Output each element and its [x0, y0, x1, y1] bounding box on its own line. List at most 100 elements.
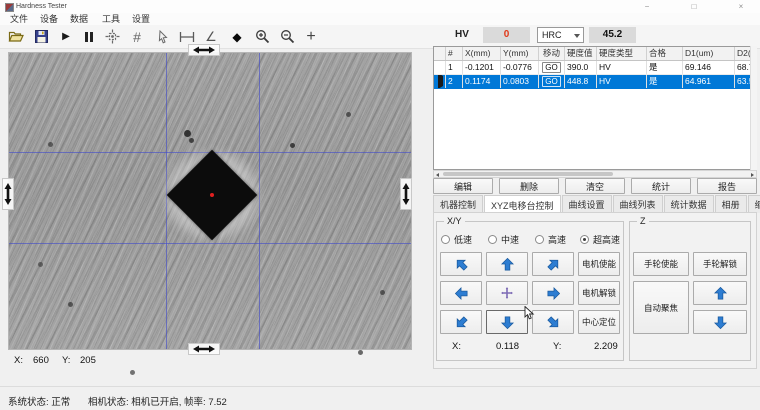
table-horizontal-scrollbar[interactable]	[433, 170, 757, 178]
edit-button[interactable]: 编辑	[433, 178, 493, 194]
scrollbar-thumb[interactable]	[443, 172, 613, 176]
move-down-right-button[interactable]	[532, 310, 574, 334]
angle-icon[interactable]: ∠	[200, 28, 222, 45]
cursor-icon[interactable]	[151, 28, 173, 45]
radio-icon	[488, 235, 497, 244]
scale-selected-value: HRC	[542, 30, 562, 40]
indent-diamond-icon[interactable]: ◆	[226, 28, 248, 45]
camera-view[interactable]	[8, 52, 412, 350]
width-measure-icon[interactable]	[176, 28, 198, 45]
scale-select[interactable]: HRC	[537, 27, 584, 43]
tab-machine-control[interactable]: 机器控制	[433, 195, 483, 213]
go-button[interactable]: GO	[542, 62, 560, 73]
radio-speed-medium[interactable]: 中速	[488, 233, 519, 246]
center-cross-button[interactable]	[486, 281, 528, 305]
tab-thumbnails[interactable]: 缩略图	[748, 195, 760, 213]
zoom-out-icon[interactable]	[276, 28, 298, 45]
handwheel-enable-button[interactable]: 手轮使能	[633, 252, 689, 276]
tab-curve-list[interactable]: 曲线列表	[613, 195, 663, 213]
delete-button[interactable]: 删除	[499, 178, 559, 194]
radio-speed-ultra[interactable]: 超高速	[580, 233, 620, 246]
scroll-right-icon[interactable]	[751, 173, 754, 177]
grid-icon[interactable]: #	[126, 28, 148, 45]
radio-selected-icon	[580, 235, 589, 244]
col-pass: 合格	[647, 47, 683, 60]
move-right-button[interactable]	[532, 281, 574, 305]
move-up-right-button[interactable]	[532, 252, 574, 276]
motor-enable-button[interactable]: 电机使能	[578, 252, 620, 276]
table-row-selected[interactable]: 2 0.1174 0.0803 GO 448.8 HV 是 64.961 63.…	[434, 75, 756, 89]
center-locate-button[interactable]: 中心定位	[578, 310, 620, 334]
clear-button[interactable]: 清空	[565, 178, 625, 194]
chevron-down-icon	[574, 34, 580, 38]
play-icon[interactable]: ▶	[55, 28, 77, 45]
left-drag-handle-icon[interactable]	[2, 178, 14, 210]
menu-file[interactable]: 文件	[4, 13, 34, 25]
pause-icon[interactable]	[78, 28, 100, 45]
handwheel-unlock-button[interactable]: 手轮解锁	[693, 252, 747, 276]
radio-icon	[535, 235, 544, 244]
right-drag-handle-icon[interactable]	[400, 178, 412, 210]
system-status: 系统状态: 正常	[8, 394, 70, 408]
autofocus-button[interactable]: 自动聚焦	[633, 281, 689, 334]
go-button[interactable]: GO	[542, 76, 560, 87]
motor-unlock-button[interactable]: 电机解锁	[578, 281, 620, 305]
stage-y-label: Y:	[553, 341, 561, 352]
move-left-button[interactable]	[440, 281, 482, 305]
window-title: Hardness Tester	[16, 3, 67, 10]
center-red-dot	[210, 193, 214, 197]
table-vertical-scrollbar[interactable]	[750, 46, 757, 170]
z-up-button[interactable]	[693, 281, 747, 305]
bottom-drag-handle-icon[interactable]	[188, 343, 220, 355]
z-down-button[interactable]	[693, 310, 747, 334]
app-icon	[5, 3, 14, 12]
hardness-tester-window: Hardness Tester − □ × 文件 设备 数据 工具 设置 ▶ #…	[0, 0, 760, 410]
camera-x-value: 660	[33, 355, 49, 366]
col-type: 硬度类型	[597, 47, 647, 60]
save-icon[interactable]	[30, 28, 52, 45]
maximize-button[interactable]: □	[685, 1, 703, 12]
camera-y-label: Y:	[62, 355, 70, 366]
col-d2: D2(	[735, 47, 751, 60]
stats-button[interactable]: 统计	[631, 178, 691, 194]
camera-status: 相机状态: 相机已开启, 帧率: 7.52	[88, 394, 227, 408]
hv-value-display: 0	[483, 27, 530, 43]
col-selector	[434, 47, 446, 60]
table-row[interactable]: 1 -0.1201 -0.0776 GO 390.0 HV 是 69.146 6…	[434, 61, 756, 75]
scroll-left-icon[interactable]	[436, 173, 439, 177]
move-down-left-button[interactable]	[440, 310, 482, 334]
move-up-left-button[interactable]	[440, 252, 482, 276]
close-button[interactable]: ×	[732, 1, 750, 12]
menu-settings[interactable]: 设置	[126, 13, 156, 25]
open-folder-icon[interactable]	[5, 28, 27, 45]
col-y: Y(mm)	[501, 47, 539, 60]
radio-speed-low[interactable]: 低速	[441, 233, 472, 246]
radio-speed-high[interactable]: 高速	[535, 233, 566, 246]
scale-value-display: 45.2	[589, 27, 636, 43]
report-button[interactable]: 报告	[697, 178, 757, 194]
mouse-cursor-icon	[524, 306, 535, 322]
tab-statistics[interactable]: 统计数据	[664, 195, 714, 213]
radio-icon	[441, 235, 450, 244]
current-row-marker-icon	[438, 75, 443, 88]
top-drag-handle-icon[interactable]	[188, 44, 220, 56]
target-crosshair-icon[interactable]	[101, 28, 123, 45]
crosshair-plus-icon[interactable]: +	[300, 28, 322, 45]
col-value: 硬度值	[565, 47, 597, 60]
table-header-row: # X(mm) Y(mm) 移动 硬度值 硬度类型 合格 D1(um) D2(	[434, 47, 756, 61]
menu-tools[interactable]: 工具	[96, 13, 126, 25]
col-num: #	[446, 47, 463, 60]
zoom-in-icon[interactable]	[251, 28, 273, 45]
move-up-button[interactable]	[486, 252, 528, 276]
menu-data[interactable]: 数据	[64, 13, 94, 25]
camera-y-value: 205	[80, 355, 96, 366]
tab-curve-settings[interactable]: 曲线设置	[562, 195, 612, 213]
menu-device[interactable]: 设备	[34, 13, 64, 25]
move-down-button[interactable]	[486, 310, 528, 334]
tab-album[interactable]: 相册	[715, 195, 747, 213]
col-move: 移动	[539, 47, 565, 60]
stage-y-value: 2.209	[594, 341, 618, 352]
minimize-button[interactable]: −	[638, 1, 656, 12]
results-table[interactable]: # X(mm) Y(mm) 移动 硬度值 硬度类型 合格 D1(um) D2( …	[433, 46, 757, 170]
col-x: X(mm)	[463, 47, 501, 60]
